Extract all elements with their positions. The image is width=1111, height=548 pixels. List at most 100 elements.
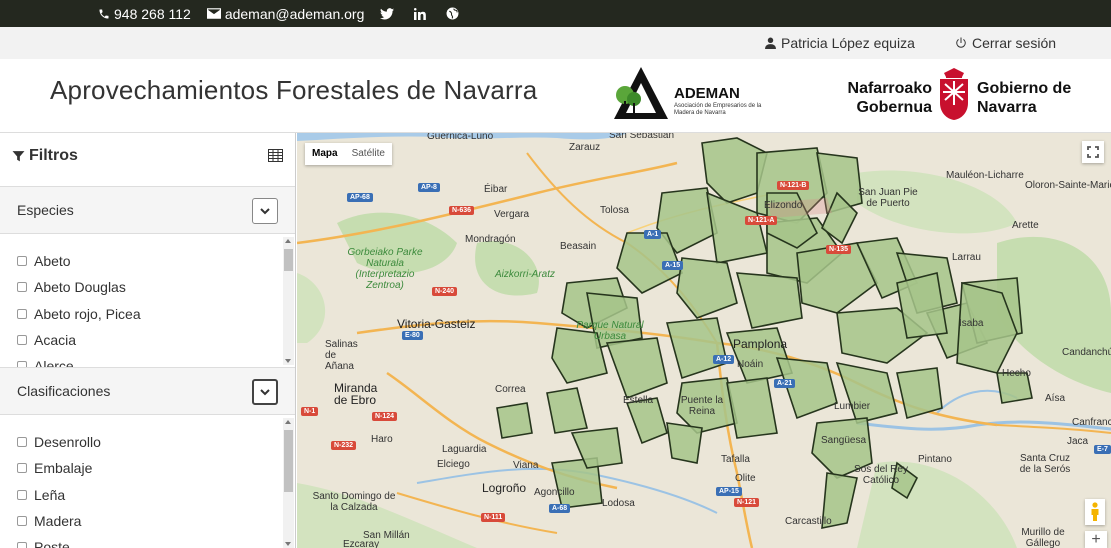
gobierno-navarra-logo[interactable]: Nafarroako Gobernua Gobierno de Navarra bbox=[837, 67, 1077, 125]
place-label: Logroño bbox=[482, 481, 527, 495]
especies-scrollbar[interactable] bbox=[283, 237, 294, 365]
place-label: Olite bbox=[735, 473, 756, 484]
place-label: Carcastillo bbox=[785, 516, 832, 527]
list-item[interactable]: Acacia bbox=[17, 332, 76, 348]
user-icon bbox=[765, 37, 776, 49]
place-label: Mondragón bbox=[465, 234, 516, 245]
place-label: Tolosa bbox=[600, 205, 629, 216]
place-label: Salinas de Añana bbox=[325, 339, 358, 372]
map-type-satelite[interactable]: Satélite bbox=[345, 143, 392, 165]
road-shield: N-121 bbox=[734, 498, 760, 507]
checkbox[interactable] bbox=[17, 309, 27, 319]
scroll-thumb[interactable] bbox=[284, 430, 293, 492]
navarra-coat-of-arms-icon bbox=[940, 68, 968, 120]
email-contact[interactable]: ademan@ademan.org bbox=[206, 6, 364, 22]
place-label: Canfranc bbox=[1072, 417, 1111, 428]
place-label: Arette bbox=[1012, 220, 1039, 231]
road-shield: E-80 bbox=[402, 331, 423, 340]
panel-especies-header[interactable]: Especies bbox=[0, 186, 295, 234]
park-label: Aizkorri-Aratz bbox=[495, 269, 556, 280]
ademan-name: ADEMAN bbox=[674, 85, 740, 102]
list-item[interactable]: Desenrollo bbox=[17, 434, 101, 450]
road-shield: AP-8 bbox=[418, 183, 440, 192]
place-label: San Juan Pie de Puerto bbox=[858, 187, 918, 209]
filter-icon bbox=[12, 150, 25, 161]
place-label: Murillo de Gállego bbox=[1021, 527, 1065, 548]
table-icon bbox=[268, 149, 283, 162]
list-item[interactable]: Poste bbox=[17, 539, 70, 548]
item-label: Abeto rojo, Picea bbox=[34, 306, 141, 322]
website-link[interactable] bbox=[446, 7, 463, 20]
phone-icon bbox=[99, 9, 109, 18]
phone-contact[interactable]: 948 268 112 bbox=[98, 6, 191, 22]
scroll-down-arrow[interactable] bbox=[285, 359, 291, 363]
place-label: Sos del Rey Católico bbox=[854, 464, 908, 486]
scroll-thumb[interactable] bbox=[284, 249, 293, 271]
map-base-layer bbox=[297, 133, 1111, 548]
map-type-mapa[interactable]: Mapa bbox=[305, 143, 345, 165]
road-shield: A-15 bbox=[662, 261, 684, 270]
user-profile[interactable]: Patricia López equiza bbox=[765, 35, 915, 51]
item-label: Poste bbox=[34, 539, 70, 548]
linkedin-icon bbox=[414, 7, 427, 20]
place-label: Elizondo bbox=[764, 200, 803, 211]
list-item[interactable]: Madera bbox=[17, 513, 81, 529]
place-label: Pintano bbox=[918, 454, 952, 465]
item-label: Abeto Douglas bbox=[34, 279, 126, 295]
panel-clasificaciones-toggle[interactable] bbox=[252, 379, 278, 405]
checkbox[interactable] bbox=[17, 335, 27, 345]
checkbox[interactable] bbox=[17, 516, 27, 526]
item-label: Embalaje bbox=[34, 460, 93, 476]
road-shield: A-68 bbox=[549, 504, 571, 513]
list-item[interactable]: Leña bbox=[17, 487, 65, 503]
road-shield: N-121-B bbox=[777, 181, 810, 190]
ademan-logo[interactable]: ADEMAN Asociación de Empresarios de la M… bbox=[612, 65, 762, 123]
street-view-button[interactable] bbox=[1085, 499, 1105, 525]
pegman-icon bbox=[1091, 502, 1099, 521]
map-view[interactable]: San Sebastián Zarauz Guernica-Luno Éibar… bbox=[297, 133, 1111, 548]
checkbox[interactable] bbox=[17, 463, 27, 473]
scroll-up-arrow[interactable] bbox=[285, 239, 291, 243]
twitter-icon bbox=[380, 7, 395, 20]
list-item[interactable]: Embalaje bbox=[17, 460, 92, 476]
road-shield: N-232 bbox=[331, 441, 357, 450]
place-label: Lodosa bbox=[602, 498, 635, 509]
place-label: Jaca bbox=[1067, 436, 1089, 447]
place-label: Hecho bbox=[1002, 368, 1031, 379]
list-item[interactable]: Abeto Douglas bbox=[17, 279, 126, 295]
place-label: Vitoria-Gasteiz bbox=[397, 317, 476, 331]
list-item[interactable]: Alerce bbox=[17, 358, 74, 367]
scroll-down-arrow[interactable] bbox=[285, 542, 291, 546]
place-label: Correa bbox=[495, 384, 526, 395]
road-shield: N-124 bbox=[372, 412, 398, 421]
especies-list: Abeto Abeto Douglas Abeto rojo, Picea Ac… bbox=[0, 235, 295, 367]
checkbox[interactable] bbox=[17, 490, 27, 500]
linkedin-link[interactable] bbox=[414, 7, 430, 20]
top-contact-bar: 948 268 112 ademan@ademan.org bbox=[0, 0, 1111, 27]
list-item[interactable]: Abeto bbox=[17, 253, 71, 269]
phone-number: 948 268 112 bbox=[114, 5, 191, 22]
fullscreen-button[interactable] bbox=[1082, 141, 1104, 163]
clasificaciones-scrollbar[interactable] bbox=[283, 418, 294, 548]
table-view-button[interactable] bbox=[268, 149, 283, 167]
list-item[interactable]: Abeto rojo, Picea bbox=[17, 306, 141, 322]
filters-label: Filtros bbox=[29, 147, 78, 164]
page-header: Aprovechamientos Forestales de Navarra A… bbox=[0, 59, 1111, 133]
envelope-icon bbox=[206, 8, 221, 19]
road-shield: N-240 bbox=[432, 287, 458, 296]
twitter-link[interactable] bbox=[380, 7, 398, 20]
checkbox[interactable] bbox=[17, 437, 27, 447]
scroll-up-arrow[interactable] bbox=[285, 420, 291, 424]
checkbox[interactable] bbox=[17, 542, 27, 548]
fullscreen-icon bbox=[1087, 146, 1099, 158]
checkbox[interactable] bbox=[17, 282, 27, 292]
road-shield: N-636 bbox=[449, 206, 475, 215]
panel-clasificaciones-header[interactable]: Clasificaciones bbox=[0, 367, 295, 415]
map-type-control: Mapa Satélite bbox=[305, 143, 392, 165]
zoom-in-button[interactable]: + bbox=[1085, 531, 1107, 548]
logout-button[interactable]: Cerrar sesión bbox=[955, 35, 1056, 51]
ademan-mountain-logo-icon bbox=[614, 67, 668, 119]
item-label: Alerce bbox=[34, 358, 74, 367]
checkbox[interactable] bbox=[17, 256, 27, 266]
panel-especies-toggle[interactable] bbox=[252, 198, 278, 224]
